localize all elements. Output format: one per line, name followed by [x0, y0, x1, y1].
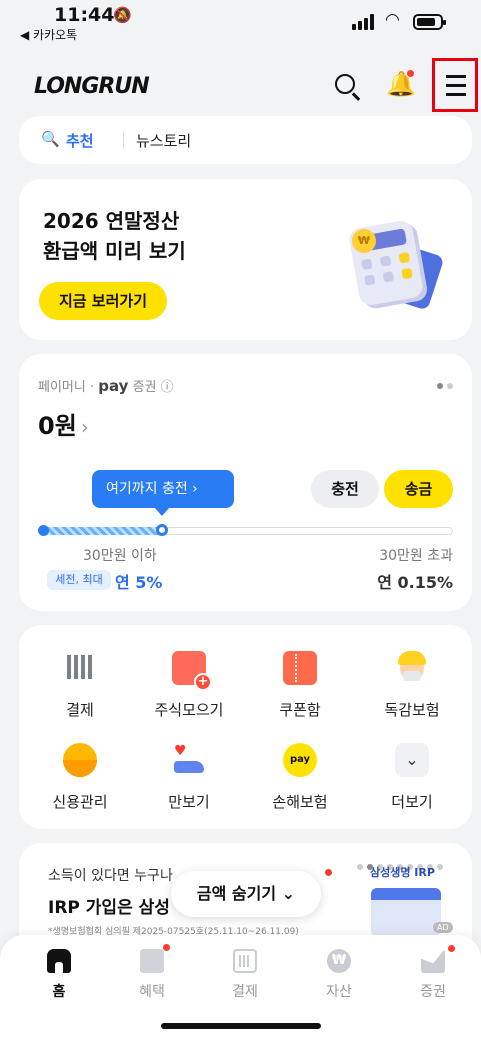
notification-dot	[325, 869, 332, 876]
menu-icon[interactable]	[432, 58, 478, 112]
promo-title: 2026 연말정산 환급액 미리 보기	[43, 209, 186, 263]
search-icon: 🔍	[41, 130, 60, 148]
shortcut-credit[interactable]: 신용관리	[25, 743, 135, 812]
pay-money-card[interactable]: 페이머니 · pay 증권 ⓘ 0원 › 여기까지 충전 › 충전 송금 30만원…	[19, 354, 472, 611]
low-tier-rate: 연 5%	[115, 573, 163, 592]
card-pager	[433, 374, 453, 393]
low-tier-label: 30만원 이하	[83, 548, 157, 564]
promo-cta-button[interactable]: 지금 보러가기	[39, 282, 167, 320]
home-indicator	[161, 1023, 321, 1029]
shortcut-coupon[interactable]: 쿠폰함	[245, 651, 355, 720]
bottom-nav: 홈 혜택 결제 ₩ 자산 증권	[0, 935, 481, 1052]
balance-progress-track	[43, 527, 453, 535]
nav-benefits[interactable]: 혜택	[117, 944, 187, 1001]
chevron-down-icon: ⌄	[281, 884, 296, 903]
credit-gauge-icon	[63, 743, 97, 777]
coupon-icon	[283, 651, 317, 685]
high-tier-label: 30만원 초과	[379, 548, 453, 564]
ad-line1: 소득이 있다면 누구나	[48, 868, 173, 884]
high-tier-rate: 연 0.15%	[377, 573, 453, 592]
charge-to-here-tooltip[interactable]: 여기까지 충전 ›	[92, 470, 234, 516]
wifi-icon: ◠	[385, 10, 400, 30]
status-time: 11:44	[54, 4, 115, 26]
silent-icon: 🔕	[113, 6, 132, 24]
pay-money-brand: 페이머니 · pay 증권 ⓘ	[38, 377, 174, 395]
chart-icon	[421, 949, 445, 973]
shortcut-payment[interactable]: 결제	[25, 651, 135, 720]
chevron-down-icon: ⌄	[395, 743, 429, 777]
search-icon[interactable]	[333, 72, 363, 102]
home-icon	[47, 949, 71, 973]
gift-icon	[140, 944, 170, 973]
divider	[123, 131, 124, 149]
nav-securities[interactable]: 증권	[398, 945, 468, 1001]
notification-dot	[407, 70, 414, 77]
calendar-icon	[371, 888, 441, 936]
send-button[interactable]: 송금	[384, 470, 453, 508]
pay-money-balance[interactable]: 0원 ›	[38, 406, 89, 441]
search-recommend-tag: 추천	[66, 132, 94, 150]
back-to-app-link[interactable]: ◀ 카카오톡	[20, 26, 77, 43]
notification-bell-icon[interactable]: 🔔	[386, 70, 416, 104]
balance-progress-fill	[44, 527, 163, 535]
pre-tax-max-badge: 세전, 최대	[47, 570, 111, 590]
charge-button[interactable]: 충전	[311, 470, 379, 508]
progress-handle	[155, 524, 168, 536]
nav-payment[interactable]: 결제	[210, 949, 280, 1001]
ad-line2: IRP 가입은 삼성	[48, 898, 170, 918]
flu-insurance-icon	[395, 651, 429, 685]
shoe-icon: ♥	[172, 743, 206, 777]
battery-icon	[413, 14, 446, 30]
app-logo[interactable]: LONGRUN	[34, 74, 150, 99]
search-bar[interactable]: 🔍 추천 뉴스토리	[19, 116, 472, 164]
shortcut-pedometer[interactable]: ♥ 만보기	[134, 743, 244, 812]
shortcut-more[interactable]: ⌄ 더보기	[357, 743, 467, 812]
shortcut-grid: 결제 + 주식모으기 쿠폰함 독감보험 신용관리 ♥ 만보기 pay 손해보험 …	[19, 625, 472, 829]
won-coin-icon: ₩	[352, 229, 376, 253]
pay-umbrella-icon: pay	[283, 743, 317, 777]
hide-amount-button[interactable]: 금액 숨기기 ⌄	[171, 869, 332, 917]
signal-icon	[352, 14, 376, 30]
shortcut-flu-insurance[interactable]: 독감보험	[357, 651, 467, 720]
shortcut-damage-insurance[interactable]: pay 손해보험	[245, 743, 355, 812]
chevron-right-icon: ›	[80, 415, 89, 439]
shortcut-stock-saving[interactable]: + 주식모으기	[134, 651, 244, 720]
nav-home[interactable]: 홈	[24, 949, 94, 1001]
nav-assets[interactable]: ₩ 자산	[304, 949, 374, 1001]
ad-brand: 삼성생명 IRP	[370, 866, 435, 879]
year-end-tax-promo[interactable]: 2026 연말정산 환급액 미리 보기 지금 보러가기 ₩	[19, 179, 472, 340]
scan-icon	[233, 949, 257, 973]
stock-plus-icon: +	[172, 651, 212, 691]
status-bar: 11:44 🔕 ◀ 카카오톡 ◠	[0, 0, 481, 48]
progress-start-dot	[38, 525, 49, 536]
info-icon[interactable]: ⓘ	[161, 380, 174, 395]
barcode-icon	[63, 651, 97, 685]
money-bag-icon: ₩	[327, 949, 351, 973]
ad-tag: AD	[433, 922, 453, 933]
search-suggestion: 뉴스토리	[136, 132, 192, 150]
